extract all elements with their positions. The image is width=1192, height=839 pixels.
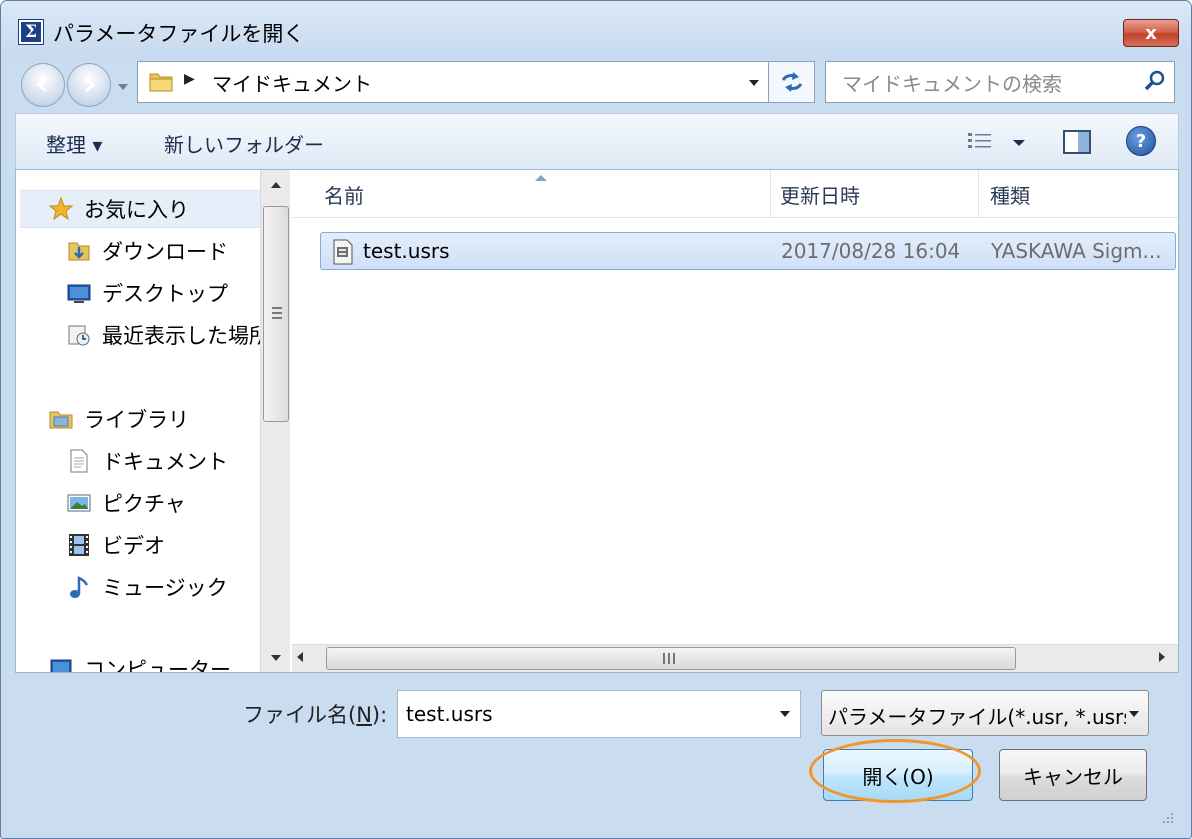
nav-favorites[interactable]: お気に入り [20, 190, 260, 228]
breadcrumb-current[interactable]: マイドキュメント [212, 68, 372, 97]
chevron-down-icon [1129, 711, 1139, 717]
chevron-down-icon[interactable] [779, 710, 791, 718]
arrow-down-icon [271, 655, 281, 661]
file-type: YASKAWA Sigm... [991, 239, 1162, 263]
file-name: test.usrs [363, 239, 450, 263]
recent-places-icon [68, 325, 90, 346]
filename-label-prefix: ファイル名( [243, 703, 357, 727]
nav-downloads[interactable]: ダウンロード [66, 232, 228, 270]
column-divider[interactable] [770, 170, 771, 218]
libraries-icon [49, 411, 73, 429]
column-name[interactable]: 名前 [324, 180, 364, 209]
search-placeholder: マイドキュメントの検索 [842, 72, 1062, 96]
file-list: 名前 更新日時 種類 test.usrs 2017/08/28 16:04 YA… [292, 170, 1178, 672]
nav-videos-label: ビデオ [102, 534, 165, 558]
column-modified[interactable]: 更新日時 [780, 180, 860, 209]
filename-label: ファイル名(N): [243, 699, 387, 729]
preview-pane-icon[interactable] [1062, 129, 1092, 155]
nav-pictures-label: ピクチャ [102, 492, 186, 516]
file-modified: 2017/08/28 16:04 [781, 239, 961, 263]
filetype-selected: パラメータファイル(*.usr, *.usrs) [828, 705, 1126, 729]
nav-libraries-label: ライブラリ [84, 408, 189, 432]
grip-icon [663, 653, 675, 664]
column-type[interactable]: 種類 [990, 180, 1030, 209]
close-icon: x [1145, 22, 1157, 44]
close-button[interactable]: x [1123, 19, 1179, 47]
grip-icon [272, 307, 282, 319]
list-view-icon [968, 133, 991, 148]
nav-desktop-label: デスクトップ [102, 282, 228, 306]
window-title: パラメータファイルを開く [53, 22, 305, 46]
scroll-thumb[interactable] [263, 206, 289, 422]
file-row[interactable]: test.usrs 2017/08/28 16:04 YASKAWA Sigm.… [320, 232, 1176, 270]
pictures-icon [67, 494, 91, 512]
nav-music[interactable]: ミュージック [66, 568, 228, 606]
help-icon[interactable]: ? [1126, 126, 1156, 156]
desktop-icon [67, 284, 91, 303]
resize-grip-icon[interactable] [1159, 809, 1175, 825]
sort-ascending-icon [535, 175, 547, 181]
music-note-icon [70, 576, 89, 598]
nav-documents[interactable]: ドキュメント [66, 442, 228, 480]
browser-content: お気に入り ダウンロード デスクトップ 最近表示した場所 ライブラリ ドキュメン… [15, 169, 1179, 673]
video-film-icon [69, 534, 89, 556]
filename-label-accesskey: N [356, 703, 372, 727]
nav-vertical-scrollbar[interactable] [260, 170, 290, 672]
organize-button[interactable]: 整理 ▾ [46, 129, 102, 158]
forward-button[interactable] [67, 63, 111, 107]
recent-pages-button[interactable] [117, 77, 129, 96]
chevron-down-icon[interactable] [748, 78, 760, 88]
arrow-up-icon [271, 182, 281, 188]
nav-recent-places[interactable]: 最近表示した場所 [66, 316, 260, 354]
folder-icon [149, 73, 173, 92]
arrow-left-icon[interactable] [296, 651, 304, 663]
filetype-select[interactable]: パラメータファイル(*.usr, *.usrs) [821, 690, 1149, 736]
computer-icon [50, 659, 72, 672]
nav-music-label: ミュージック [102, 576, 228, 600]
chevron-down-icon [1013, 140, 1025, 146]
scroll-down-button[interactable] [261, 644, 291, 672]
nav-downloads-label: ダウンロード [102, 240, 228, 264]
document-icon [70, 449, 88, 473]
nav-videos[interactable]: ビデオ [66, 526, 165, 564]
nav-documents-label: ドキュメント [102, 450, 228, 474]
downloads-folder-icon [68, 242, 90, 261]
search-box[interactable]: マイドキュメントの検索 [825, 61, 1175, 103]
app-sigma-icon: Σ [18, 19, 44, 45]
nav-desktop[interactable]: デスクトップ [66, 274, 228, 312]
scroll-up-button[interactable] [261, 170, 291, 200]
column-header: 名前 更新日時 種類 [292, 170, 1178, 218]
refresh-button[interactable] [769, 61, 815, 103]
arrow-right-icon [85, 77, 96, 93]
nav-computer[interactable]: コンピューター [48, 650, 231, 672]
open-button[interactable]: 開く(O) [823, 749, 973, 801]
title-bar: Σ パラメータファイルを開く x [1, 1, 1191, 61]
arrow-left-icon [36, 77, 47, 93]
open-file-dialog: Σ パラメータファイルを開く x ▶ マイドキュメント マイドキュメントの検索 [0, 0, 1192, 839]
nav-favorites-label: お気に入り [84, 198, 189, 222]
filename-label-suffix: ): [371, 703, 388, 727]
search-icon[interactable] [1144, 70, 1166, 92]
nav-recent-places-label: 最近表示した場所 [102, 324, 260, 348]
chevron-down-icon [118, 84, 128, 90]
cancel-button[interactable]: キャンセル [999, 749, 1147, 801]
navigation-pane: お気に入り ダウンロード デスクトップ 最近表示した場所 ライブラリ ドキュメン… [16, 170, 260, 672]
file-horizontal-scrollbar[interactable] [292, 644, 1178, 672]
scroll-thumb[interactable] [326, 647, 1016, 670]
parameter-file-icon [333, 239, 353, 265]
back-button[interactable] [21, 63, 65, 107]
nav-libraries[interactable]: ライブラリ [48, 400, 189, 438]
command-bar: 整理 ▾ 新しいフォルダー ? [15, 113, 1179, 169]
address-bar[interactable]: ▶ マイドキュメント [137, 61, 769, 103]
column-divider[interactable] [978, 170, 979, 218]
breadcrumb-separator-icon[interactable]: ▶ [184, 71, 195, 87]
nav-computer-label: コンピューター [84, 658, 231, 672]
new-folder-button[interactable]: 新しいフォルダー [164, 129, 324, 158]
refresh-icon [781, 72, 802, 92]
filename-input[interactable] [397, 690, 801, 738]
star-icon [48, 196, 74, 221]
nav-pictures[interactable]: ピクチャ [66, 484, 186, 522]
arrow-right-icon[interactable] [1158, 651, 1166, 663]
change-view-button[interactable] [966, 128, 1036, 156]
